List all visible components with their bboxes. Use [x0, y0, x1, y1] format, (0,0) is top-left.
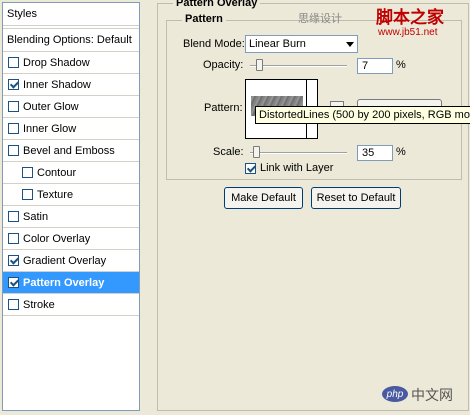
style-item-contour[interactable]: Contour — [3, 162, 139, 184]
style-item-inner-shadow[interactable]: Inner Shadow — [3, 74, 139, 96]
blending-options-item[interactable]: Blending Options: Default — [3, 28, 139, 52]
opacity-slider-track[interactable] — [250, 65, 347, 67]
style-item-label: Outer Glow — [23, 100, 79, 113]
php-cn-watermark: 中文网 — [411, 387, 453, 403]
style-item-outer-glow[interactable]: Outer Glow — [3, 96, 139, 118]
php-logo-text: php — [386, 388, 404, 400]
site-watermark: 思缘设计 — [298, 13, 342, 25]
pattern-overlay-title: Pattern Overlay — [173, 0, 261, 9]
style-item-label: Color Overlay — [23, 232, 91, 245]
reset-to-default-label: Reset to Default — [316, 192, 396, 204]
jb51-brand-watermark: 脚本之家 — [376, 8, 444, 27]
style-item-satin[interactable]: Satin — [3, 206, 139, 228]
blend-mode-select[interactable]: Linear Burn — [245, 35, 358, 53]
contour-checkbox[interactable] — [22, 167, 33, 178]
style-item-label: Pattern Overlay — [23, 276, 105, 289]
style-item-label: Satin — [23, 210, 49, 223]
chevron-down-icon — [346, 42, 354, 47]
texture-checkbox[interactable] — [22, 189, 33, 200]
bevel-emboss-checkbox[interactable] — [8, 145, 19, 156]
scale-slider-track[interactable] — [250, 152, 347, 154]
opacity-slider-thumb[interactable] — [256, 59, 264, 71]
opacity-unit: % — [396, 59, 406, 71]
inner-glow-checkbox[interactable] — [8, 123, 19, 134]
style-item-label: Drop Shadow — [23, 56, 90, 69]
styles-list: Styles Blending Options: Default Drop Sh… — [2, 2, 140, 411]
styles-header-label: Styles — [7, 8, 37, 20]
style-item-pattern-overlay[interactable]: Pattern Overlay — [3, 272, 139, 294]
color-overlay-checkbox[interactable] — [8, 233, 19, 244]
jb51-url-watermark: www.jb51.net — [378, 27, 438, 38]
scale-label: Scale: — [213, 146, 244, 158]
link-with-layer-checkbox[interactable] — [245, 162, 256, 174]
reset-to-default-button[interactable]: Reset to Default — [311, 187, 401, 209]
link-with-layer-label: Link with Layer — [260, 162, 334, 174]
style-item-bevel-emboss[interactable]: Bevel and Emboss — [3, 140, 139, 162]
scale-input[interactable]: 35 — [357, 145, 393, 161]
php-logo: php — [382, 386, 408, 402]
pattern-overlay-checkbox[interactable] — [8, 277, 19, 288]
make-default-button[interactable]: Make Default — [224, 187, 303, 209]
blending-options-label: Blending Options: Default — [7, 34, 132, 46]
pattern-subgroup-title: Pattern — [182, 13, 226, 25]
scale-slider-thumb[interactable] — [253, 146, 261, 158]
style-item-label: Bevel and Emboss — [23, 144, 115, 157]
style-item-texture[interactable]: Texture — [3, 184, 139, 206]
link-with-layer-option[interactable]: Link with Layer — [245, 162, 333, 174]
opacity-label: Opacity: — [203, 59, 244, 71]
drop-shadow-checkbox[interactable] — [8, 57, 19, 68]
style-item-label: Inner Shadow — [23, 78, 91, 91]
pattern-tooltip: DistortedLines (500 by 200 pixels, RGB m… — [255, 106, 470, 124]
style-item-drop-shadow[interactable]: Drop Shadow — [3, 52, 139, 74]
opacity-input[interactable]: 7 — [357, 58, 393, 74]
style-item-inner-glow[interactable]: Inner Glow — [3, 118, 139, 140]
blend-mode-label: Blend Mode: — [183, 38, 245, 50]
style-item-color-overlay[interactable]: Color Overlay — [3, 228, 139, 250]
style-item-stroke[interactable]: Stroke — [3, 294, 139, 316]
blend-mode-value: Linear Burn — [249, 38, 306, 50]
make-default-label: Make Default — [231, 192, 296, 204]
style-item-label: Stroke — [23, 298, 55, 311]
style-item-label: Gradient Overlay — [23, 254, 107, 267]
style-item-gradient-overlay[interactable]: Gradient Overlay — [3, 250, 139, 272]
style-item-label: Inner Glow — [23, 122, 77, 135]
gradient-overlay-checkbox[interactable] — [8, 255, 19, 266]
stroke-checkbox[interactable] — [8, 299, 19, 310]
inner-shadow-checkbox[interactable] — [8, 79, 19, 90]
styles-header[interactable]: Styles — [3, 3, 139, 26]
style-item-label: Contour — [37, 166, 77, 179]
outer-glow-checkbox[interactable] — [8, 101, 19, 112]
satin-checkbox[interactable] — [8, 211, 19, 222]
style-item-label: Texture — [37, 188, 74, 201]
scale-unit: % — [396, 146, 406, 158]
pattern-label: Pattern: — [204, 102, 243, 114]
